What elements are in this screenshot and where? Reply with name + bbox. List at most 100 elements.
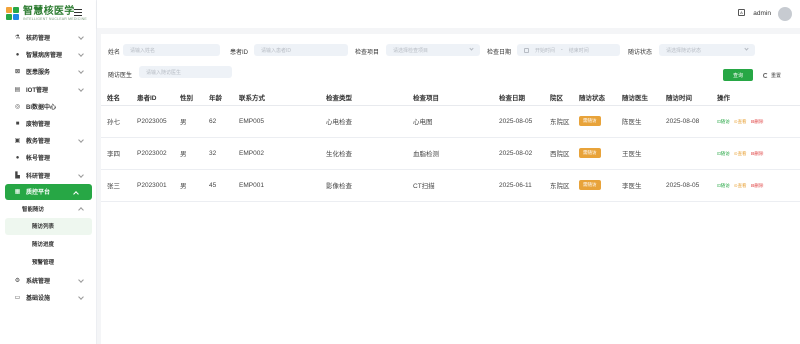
sidebar-item-bi[interactable]: ◎ BI数据中心 bbox=[0, 98, 97, 115]
box-icon: ■ bbox=[15, 120, 20, 127]
sidebar-item-infra[interactable]: ▭ 基础设施 bbox=[0, 289, 97, 306]
column-header: 联系方式 bbox=[233, 89, 320, 106]
cell-followup-time: 2025-08-05 bbox=[660, 169, 711, 202]
sidebar-item-account[interactable]: ● 帐号管理 bbox=[0, 149, 97, 166]
followup-status-select[interactable]: 请选择随访状态 bbox=[659, 44, 755, 56]
column-header: 年龄 bbox=[203, 89, 233, 106]
followup-button[interactable]: ⊡随访 bbox=[717, 119, 730, 124]
column-header: 随访医生 bbox=[616, 89, 660, 106]
delete-label: 删除 bbox=[754, 182, 764, 188]
sidebar-item-ward[interactable]: ● 智慧病房管理 bbox=[0, 46, 97, 63]
followup-doctor-placeholder: 请输入随访医生 bbox=[146, 69, 182, 76]
sidebar-item-label: 帐号管理 bbox=[26, 156, 51, 163]
sidebar-item-drug[interactable]: ⚗ 核药管理 bbox=[0, 29, 97, 46]
book-icon: ▣ bbox=[14, 138, 21, 145]
cell-campus: 东院区 bbox=[544, 169, 573, 202]
exam-item-select[interactable]: 请选择检查项目 bbox=[386, 44, 480, 56]
followup-label: 随访 bbox=[720, 150, 730, 156]
patient-id-placeholder: 请输入患者ID bbox=[261, 47, 292, 54]
column-header: 检查类型 bbox=[320, 89, 407, 106]
monitor-icon: ▭ bbox=[14, 294, 21, 301]
chart-icon: ◎ bbox=[14, 103, 21, 110]
view-label: 查看 bbox=[737, 118, 747, 124]
view-button[interactable]: ⊙查看 bbox=[734, 151, 747, 156]
cell-patient-id: P2023002 bbox=[131, 137, 174, 170]
sidebar-item-qc[interactable]: ▦ 质控平台 bbox=[5, 183, 92, 200]
table-row: 孙七 P2023005 男 62 EMP005 心电检查 心电图 2025-08… bbox=[101, 105, 800, 138]
sidebar-item-label: IOT管理 bbox=[26, 87, 48, 94]
followup-button[interactable]: ⊡随访 bbox=[717, 151, 730, 156]
column-header: 随访状态 bbox=[573, 89, 616, 106]
sidebar-subgroup-followup[interactable]: 智能随访 bbox=[0, 200, 97, 218]
cell-followup-time: 2025-08-08 bbox=[660, 105, 711, 138]
cell-campus: 东院区 bbox=[544, 105, 573, 138]
gear-icon: ⚙ bbox=[14, 277, 21, 284]
date-end-placeholder: 结束时间 bbox=[568, 47, 589, 54]
sidebar-item-system[interactable]: ⚙ 系统管理 bbox=[0, 272, 97, 289]
list-card: 姓名 请输入姓名 患者ID 请输入患者ID 检查项目 请选择检查项目 检查日期 … bbox=[101, 34, 800, 344]
exam-date-range[interactable]: 开始时间 - 结束时间 bbox=[517, 44, 620, 56]
app-root: 智慧核医学 INTELLIGENT NUCLEAR MEDICINE ⚗ 核药管理… bbox=[0, 0, 800, 344]
sidebar: 智慧核医学 INTELLIGENT NUCLEAR MEDICINE ⚗ 核药管理… bbox=[0, 0, 97, 344]
cell-name: 孙七 bbox=[101, 105, 131, 138]
reset-label: 重置 bbox=[771, 72, 782, 79]
sidebar-subgroup-label: 智能随访 bbox=[22, 206, 45, 213]
status-badge: 需随访 bbox=[579, 148, 601, 158]
view-button[interactable]: ⊙查看 bbox=[734, 183, 747, 188]
delete-button[interactable]: ⊟删除 bbox=[751, 119, 764, 124]
view-button[interactable]: ⊙查看 bbox=[734, 119, 747, 124]
username[interactable]: admin bbox=[753, 10, 771, 17]
brand-subtitle: INTELLIGENT NUCLEAR MEDICINE bbox=[23, 17, 87, 21]
column-header: 随访时间 bbox=[660, 89, 711, 106]
followup-label: 随访 bbox=[720, 118, 730, 124]
column-header: 姓名 bbox=[101, 89, 131, 106]
cell-doctor: 李医生 bbox=[616, 169, 660, 202]
research-icon: ▙ bbox=[15, 172, 20, 179]
avatar[interactable] bbox=[778, 7, 792, 21]
followup-doctor-input[interactable]: 请输入随访医生 bbox=[139, 66, 232, 78]
exam-item-label: 检查项目 bbox=[355, 50, 380, 56]
sidebar-subitem-label: 随访进度 bbox=[32, 241, 55, 248]
chevron-down-icon bbox=[78, 34, 84, 40]
cell-actions: ⊡随访 ⊙查看 ⊟删除 bbox=[711, 137, 800, 170]
name-input[interactable]: 请输入姓名 bbox=[123, 44, 220, 56]
sidebar-subitem-followup-progress[interactable]: 随访进度 bbox=[0, 235, 97, 254]
chevron-up-icon bbox=[73, 190, 79, 197]
cell-gender: 男 bbox=[174, 105, 203, 138]
cell-gender: 男 bbox=[174, 137, 203, 170]
sidebar-item-iot[interactable]: ▤ IOT管理 bbox=[0, 81, 97, 98]
fullscreen-icon[interactable]: A bbox=[738, 9, 745, 16]
delete-button[interactable]: ⊟删除 bbox=[751, 151, 764, 156]
cell-actions: ⊡随访 ⊙查看 ⊟删除 bbox=[711, 169, 800, 202]
cell-exam-item: 心电图 bbox=[407, 105, 493, 138]
column-header: 操作 bbox=[711, 89, 800, 106]
table-header-row: 姓名 患者ID 性别 年龄 联系方式 检查类型 检查项目 检查日期 院区 随访状… bbox=[101, 89, 800, 106]
cell-exam-type: 生化检查 bbox=[320, 137, 407, 170]
query-button[interactable]: 查询 bbox=[723, 69, 753, 81]
cell-age: 32 bbox=[203, 137, 233, 170]
patient-id-input[interactable]: 请输入患者ID bbox=[254, 44, 348, 56]
table-row: 李四 P2023002 男 32 EMP002 生化检查 血脂检测 2025-0… bbox=[101, 137, 800, 170]
delete-button[interactable]: ⊟删除 bbox=[751, 183, 764, 188]
status-badge: 需随访 bbox=[579, 180, 601, 190]
cell-age: 62 bbox=[203, 105, 233, 138]
main-content: 姓名 请输入姓名 患者ID 请输入患者ID 检查项目 请选择检查项目 检查日期 … bbox=[97, 28, 800, 344]
sidebar-item-waste[interactable]: ■ 废物管理 bbox=[0, 115, 97, 132]
followup-button[interactable]: ⊡随访 bbox=[717, 183, 730, 188]
reset-button[interactable]: 重置 bbox=[763, 69, 781, 81]
calendar-icon bbox=[524, 47, 529, 53]
cell-exam-date: 2025-08-02 bbox=[493, 137, 544, 170]
sidebar-subitem-warning[interactable]: 预警管理 bbox=[0, 253, 97, 272]
status-badge: 需随访 bbox=[579, 116, 601, 126]
menu-toggle-icon[interactable] bbox=[74, 9, 82, 16]
followup-doctor-label: 随访医生 bbox=[108, 73, 133, 79]
sidebar-item-service[interactable]: ⊠ 医患服务 bbox=[0, 63, 97, 80]
exam-item-placeholder: 请选择检查项目 bbox=[393, 47, 429, 54]
view-label: 查看 bbox=[737, 150, 747, 156]
sidebar-item-edu[interactable]: ▣ 教务管理 bbox=[0, 132, 97, 149]
followup-table: 姓名 患者ID 性别 年龄 联系方式 检查类型 检查项目 检查日期 院区 随访状… bbox=[101, 89, 800, 202]
chevron-down-icon bbox=[78, 276, 84, 283]
column-header: 患者ID bbox=[131, 89, 174, 106]
sidebar-item-research[interactable]: ▙ 科研管理 bbox=[0, 167, 97, 184]
sidebar-subitem-followup-list[interactable]: 随访列表 bbox=[5, 217, 92, 235]
